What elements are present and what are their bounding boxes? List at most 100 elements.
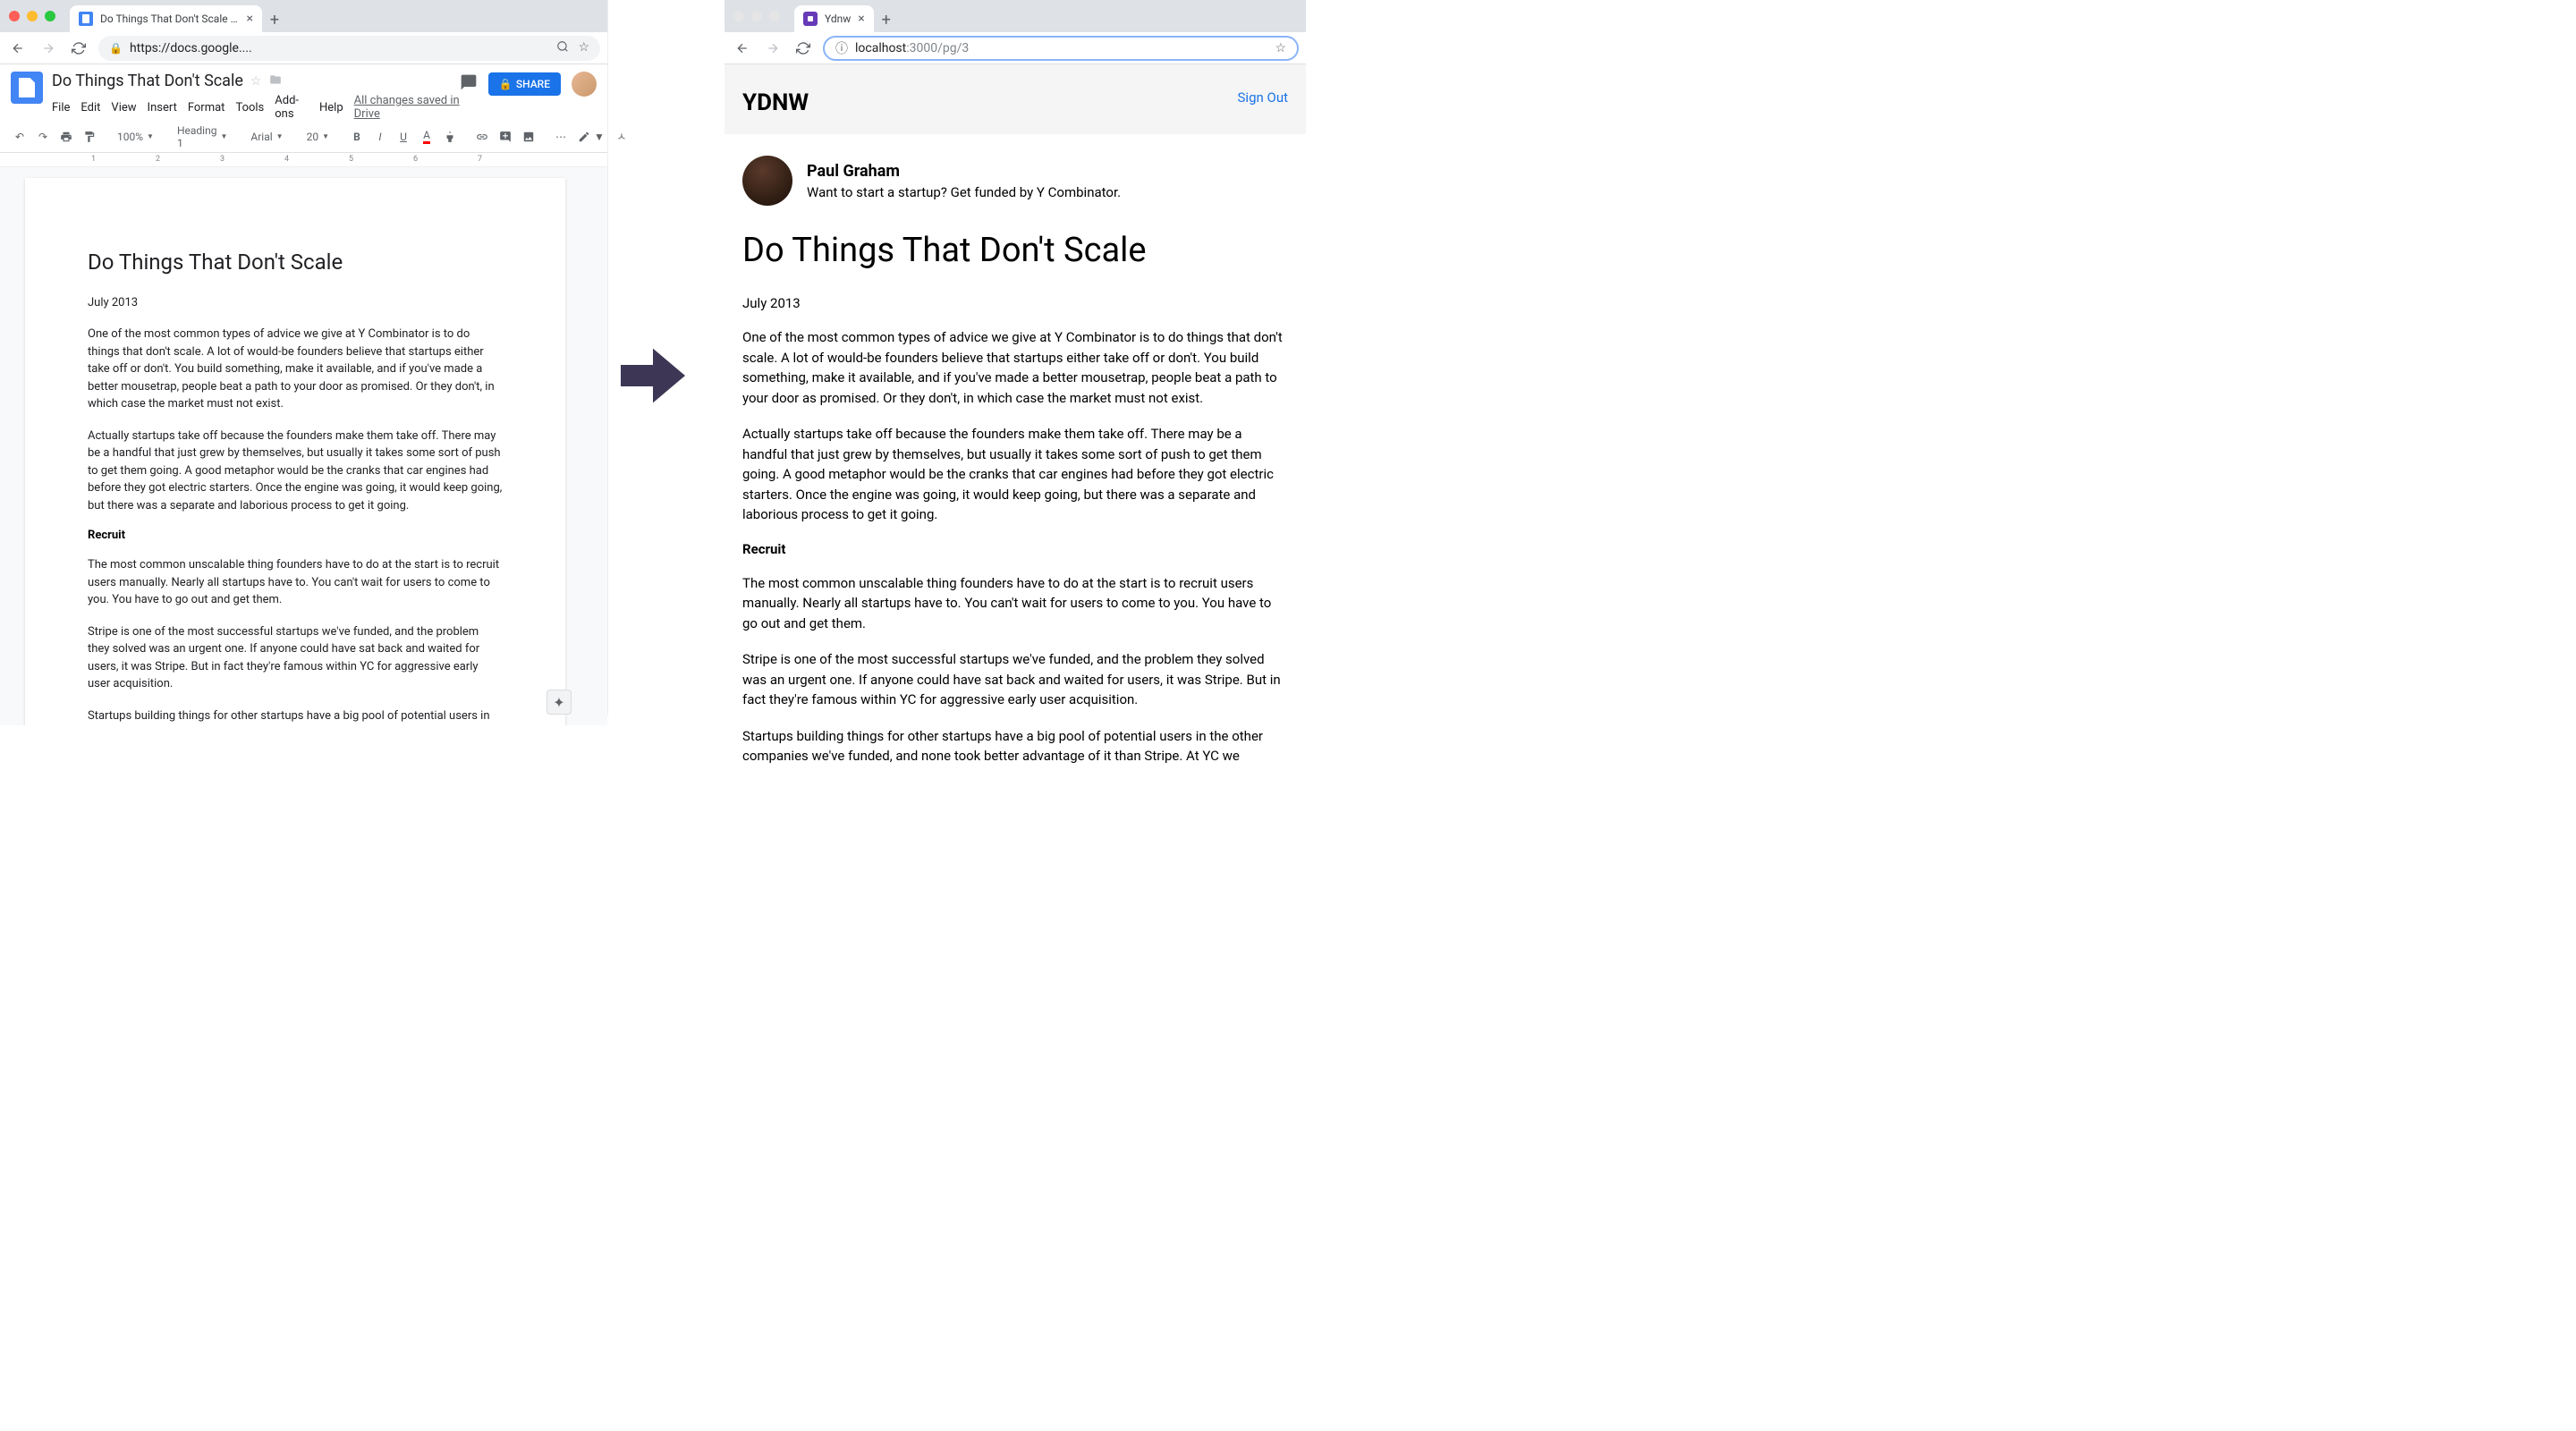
author-avatar[interactable] — [742, 156, 792, 206]
url-text: https://docs.google.... — [130, 41, 549, 55]
formatting-toolbar: ↶ ↷ 100%▼ Heading 1▼ Arial▼ 20▼ B I U A — [0, 121, 607, 153]
docs-favicon-icon — [79, 12, 93, 26]
url-text: localhost:3000/pg/3 — [855, 41, 1267, 55]
document-canvas: Do Things That Don't Scale July 2013 One… — [0, 167, 607, 725]
lock-icon: 🔒 — [109, 42, 123, 55]
author-tagline: Want to start a startup? Get funded by Y… — [807, 184, 1121, 200]
maximize-window-button[interactable] — [45, 11, 55, 21]
save-status[interactable]: All changes saved in Drive — [354, 94, 460, 121]
docs-logo-icon[interactable] — [11, 72, 43, 104]
browser-tab-bar: Do Things That Don't Scale - G × + — [0, 0, 607, 32]
menu-insert[interactable]: Insert — [148, 101, 177, 114]
menu-format[interactable]: Format — [188, 101, 225, 114]
document-date: July 2013 — [88, 296, 503, 309]
bold-button[interactable]: B — [348, 126, 366, 148]
article-paragraph: Stripe is one of the most successful sta… — [742, 649, 1288, 710]
ydnw-favicon-icon — [803, 12, 818, 26]
app-header: YDNW Sign Out — [724, 64, 1306, 134]
document-page[interactable]: Do Things That Don't Scale July 2013 One… — [25, 178, 565, 725]
underline-button[interactable]: U — [394, 126, 412, 148]
maximize-window-button[interactable] — [769, 11, 780, 21]
document-paragraph: Stripe is one of the most successful sta… — [88, 623, 503, 693]
address-bar[interactable]: 🔒 https://docs.google.... ☆ — [98, 36, 600, 61]
article-subheading: Recruit — [742, 541, 1288, 557]
document-paragraph: Actually startups take off because the f… — [88, 428, 503, 515]
document-heading: Do Things That Don't Scale — [88, 250, 503, 275]
sign-out-link[interactable]: Sign Out — [1238, 89, 1288, 106]
article-date: July 2013 — [742, 295, 1288, 311]
editing-mode-button[interactable]: ▼ — [575, 126, 607, 148]
menu-bar: File Edit View Insert Format Tools Add-o… — [52, 94, 460, 121]
paint-format-button[interactable] — [80, 126, 98, 148]
insert-link-button[interactable] — [473, 126, 491, 148]
hide-menus-button[interactable]: ㅅ — [613, 126, 631, 148]
browser-tab-bar: Ydnw × + — [724, 0, 1306, 32]
insert-comment-button[interactable] — [496, 126, 514, 148]
new-tab-button[interactable]: + — [874, 7, 899, 32]
undo-button[interactable]: ↶ — [11, 126, 29, 148]
highlight-button[interactable] — [441, 126, 459, 148]
font-select[interactable]: Arial▼ — [246, 126, 287, 148]
close-tab-icon[interactable]: × — [858, 12, 864, 26]
back-button[interactable] — [7, 38, 29, 59]
font-size-select[interactable]: 20▼ — [302, 126, 334, 148]
star-icon[interactable]: ☆ — [1275, 41, 1286, 55]
menu-file[interactable]: File — [52, 101, 70, 114]
window-controls — [733, 11, 780, 21]
article-content: Paul Graham Want to start a startup? Get… — [724, 134, 1306, 804]
reload-button[interactable] — [792, 38, 814, 59]
browser-toolbar: 🔒 https://docs.google.... ☆ — [0, 32, 607, 64]
zoom-select[interactable]: 100%▼ — [113, 126, 158, 148]
author-byline: Paul Graham Want to start a startup? Get… — [742, 156, 1288, 206]
close-window-button[interactable] — [9, 11, 20, 21]
article-paragraph: Startups building things for other start… — [742, 726, 1288, 766]
forward-button[interactable] — [38, 38, 59, 59]
close-tab-icon[interactable]: × — [247, 12, 253, 26]
address-bar[interactable]: ⓘ localhost:3000/pg/3 ☆ — [823, 36, 1299, 61]
share-button[interactable]: 🔒 SHARE — [488, 72, 561, 96]
menu-tools[interactable]: Tools — [235, 101, 264, 114]
document-paragraph: Startups building things for other start… — [88, 707, 503, 726]
redo-button[interactable]: ↷ — [34, 126, 52, 148]
close-window-button[interactable] — [733, 11, 744, 21]
style-select[interactable]: Heading 1▼ — [173, 126, 232, 148]
google-docs-window: Do Things That Don't Scale - G × + 🔒 htt… — [0, 0, 608, 716]
explore-button[interactable]: ✦ — [547, 690, 572, 715]
minimize-window-button[interactable] — [751, 11, 762, 21]
text-color-button[interactable]: A — [418, 126, 436, 148]
document-paragraph: One of the most common types of advice w… — [88, 326, 503, 413]
comments-icon[interactable] — [460, 73, 478, 96]
menu-edit[interactable]: Edit — [80, 101, 100, 114]
new-tab-button[interactable]: + — [262, 7, 287, 32]
star-icon[interactable]: ☆ — [578, 40, 589, 56]
insert-image-button[interactable] — [520, 126, 538, 148]
tab-title: Do Things That Don't Scale - G — [100, 13, 240, 25]
browser-tab-active[interactable]: Ydnw × — [794, 5, 874, 32]
forward-button[interactable] — [762, 38, 784, 59]
search-icon[interactable] — [556, 40, 569, 56]
app-logo[interactable]: YDNW — [742, 89, 809, 116]
author-name: Paul Graham — [807, 162, 1121, 181]
menu-help[interactable]: Help — [319, 101, 343, 114]
back-button[interactable] — [732, 38, 753, 59]
ruler: 1 2 3 4 5 6 7 — [0, 153, 607, 167]
more-button[interactable]: ⋯ — [552, 126, 570, 148]
document-title[interactable]: Do Things That Don't Scale — [52, 72, 243, 90]
reload-button[interactable] — [68, 38, 89, 59]
user-avatar[interactable] — [572, 72, 597, 97]
document-paragraph: The most common unscalable thing founder… — [88, 556, 503, 609]
arrow-icon — [617, 340, 689, 411]
minimize-window-button[interactable] — [27, 11, 38, 21]
document-subheading: Recruit — [88, 529, 503, 542]
move-folder-icon[interactable] — [268, 73, 283, 89]
menu-view[interactable]: View — [111, 101, 136, 114]
window-controls — [9, 11, 55, 21]
info-icon[interactable]: ⓘ — [835, 39, 848, 57]
browser-tab-active[interactable]: Do Things That Don't Scale - G × — [70, 5, 262, 32]
print-button[interactable] — [57, 126, 75, 148]
article-paragraph: Actually startups take off because the f… — [742, 424, 1288, 525]
star-document-icon[interactable]: ☆ — [250, 74, 262, 89]
menu-addons[interactable]: Add-ons — [275, 94, 309, 121]
article-paragraph: The most common unscalable thing founder… — [742, 573, 1288, 634]
italic-button[interactable]: I — [371, 126, 389, 148]
